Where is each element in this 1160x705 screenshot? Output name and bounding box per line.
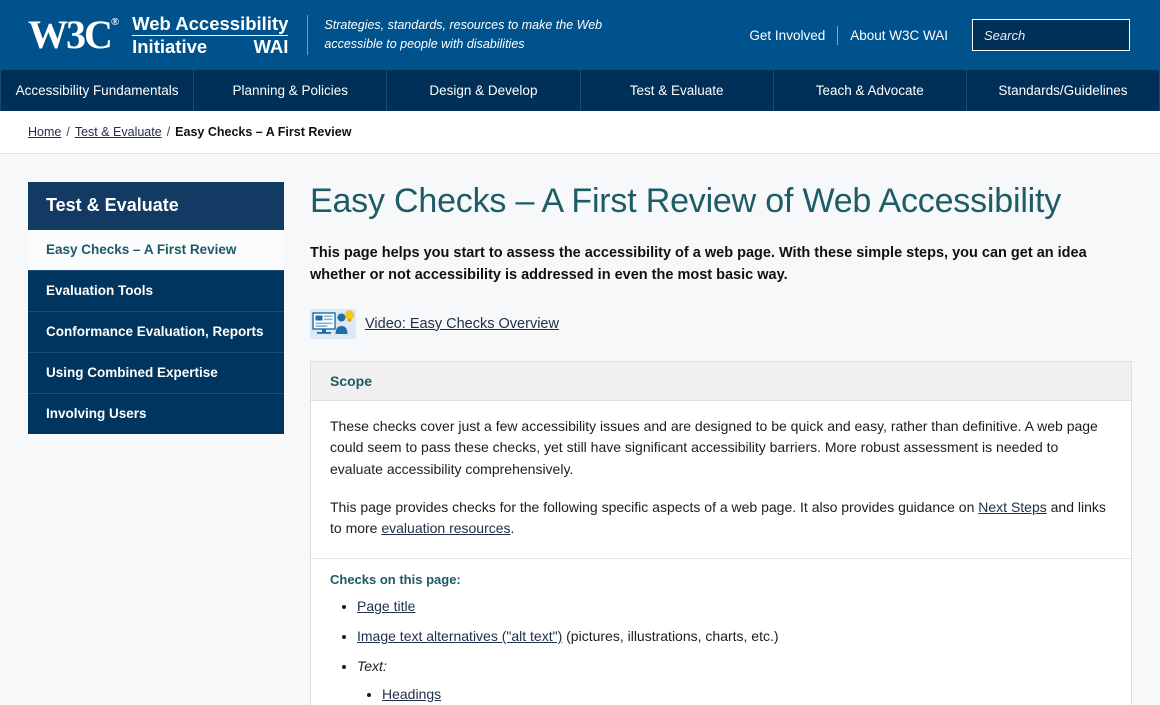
sidebar-item-involving-users[interactable]: Involving Users: [28, 393, 284, 434]
sidebar-item-evaluation-tools[interactable]: Evaluation Tools: [28, 270, 284, 311]
nav-item-design-develop[interactable]: Design & Develop: [387, 70, 580, 111]
breadcrumb-item-test-evaluate[interactable]: Test & Evaluate: [75, 125, 162, 139]
scope-p2-pre: This page provides checks for the follow…: [330, 499, 978, 515]
header-utility-area: Get Involved About W3C WAI: [737, 19, 1130, 51]
video-link-row: Video: Easy Checks Overview: [310, 309, 1132, 339]
nav-item-standards-guidelines[interactable]: Standards/Guidelines: [967, 70, 1160, 111]
scope-p2-post: .: [511, 520, 515, 536]
scope-paragraph-2: This page provides checks for the follow…: [330, 497, 1112, 540]
page-lead-paragraph: This page helps you start to assess the …: [310, 243, 1132, 287]
brand-line1: Web Accessibility: [132, 14, 288, 36]
check-link-page-title[interactable]: Page title: [357, 598, 415, 614]
list-item: Image text alternatives ("alt text") (pi…: [357, 626, 1112, 647]
sidebar-item-easy-checks[interactable]: Easy Checks – A First Review: [28, 230, 284, 270]
check-group-label-text: Text:: [357, 658, 387, 674]
sidebar-item-using-combined-expertise[interactable]: Using Combined Expertise: [28, 352, 284, 393]
breadcrumb-separator: /: [66, 125, 69, 139]
get-involved-link[interactable]: Get Involved: [737, 28, 837, 43]
sidebar-item-conformance-evaluation-reports[interactable]: Conformance Evaluation, Reports: [28, 311, 284, 352]
checks-list: Page title Image text alternatives ("alt…: [330, 596, 1112, 705]
breadcrumb-separator: /: [167, 125, 170, 139]
sidebar-item-label[interactable]: Conformance Evaluation, Reports: [28, 312, 284, 352]
next-steps-link[interactable]: Next Steps: [978, 499, 1046, 515]
nav-item-teach-advocate[interactable]: Teach & Advocate: [774, 70, 967, 111]
sidebar-item-label[interactable]: Evaluation Tools: [28, 271, 284, 311]
page-title: Easy Checks – A First Review of Web Acce…: [310, 182, 1132, 221]
scope-panel-heading: Scope: [311, 362, 1131, 401]
list-item: Text: Headings Contrast ratio ("color co…: [357, 656, 1112, 705]
sidebar: Test & Evaluate Easy Checks – A First Re…: [28, 182, 284, 675]
list-item: Page title: [357, 596, 1112, 617]
w3c-logo: W3C ®: [28, 15, 119, 55]
sidebar-item-label[interactable]: Easy Checks – A First Review: [28, 230, 284, 270]
list-item: Headings: [382, 684, 1112, 705]
registered-mark: ®: [111, 17, 119, 28]
header-divider: [307, 15, 308, 55]
checks-label: Checks on this page:: [330, 572, 1112, 587]
main-navigation: Accessibility Fundamentals Planning & Po…: [0, 70, 1160, 111]
breadcrumb: Home / Test & Evaluate / Easy Checks – A…: [0, 111, 1160, 154]
nav-item-test-evaluate[interactable]: Test & Evaluate: [581, 70, 774, 111]
tagline-line2: accessible to people with disabilities: [324, 37, 524, 51]
page-body: Test & Evaluate Easy Checks – A First Re…: [0, 154, 1160, 675]
site-tagline: Strategies, standards, resources to make…: [324, 16, 602, 54]
sidebar-title: Test & Evaluate: [28, 182, 284, 230]
w3c-logo-text: W3C: [28, 15, 111, 55]
brand-abbr: WAI: [253, 37, 288, 57]
evaluation-resources-link[interactable]: evaluation resources: [381, 520, 510, 536]
breadcrumb-item-current: Easy Checks – A First Review: [175, 125, 351, 139]
about-w3c-wai-link[interactable]: About W3C WAI: [838, 28, 960, 43]
scope-paragraph-1: These checks cover just a few accessibil…: [330, 416, 1112, 481]
breadcrumb-item-home[interactable]: Home: [28, 125, 61, 139]
brand-title: Web Accessibility Initiative WAI: [132, 14, 288, 57]
search-box[interactable]: [972, 19, 1130, 51]
site-header: W3C ® Web Accessibility Initiative WAI S…: [0, 0, 1160, 70]
sidebar-item-label[interactable]: Using Combined Expertise: [28, 353, 284, 393]
search-input[interactable]: [982, 27, 1160, 44]
sidebar-menu: Easy Checks – A First Review Evaluation …: [28, 230, 284, 434]
scope-panel: Scope These checks cover just a few acce…: [310, 361, 1132, 705]
video-overview-link[interactable]: Video: Easy Checks Overview: [365, 316, 559, 332]
check-link-headings[interactable]: Headings: [382, 686, 441, 702]
site-brand[interactable]: W3C ® Web Accessibility Initiative WAI: [28, 14, 288, 57]
main-content: Easy Checks – A First Review of Web Acce…: [310, 182, 1132, 675]
checks-sublist-text: Headings Contrast ratio ("color contrast…: [357, 684, 1112, 705]
tagline-line1: Strategies, standards, resources to make…: [324, 18, 602, 32]
video-overview-icon: [310, 309, 356, 339]
scope-panel-body: These checks cover just a few accessibil…: [311, 401, 1131, 558]
sidebar-item-label[interactable]: Involving Users: [28, 394, 284, 434]
brand-line2: Initiative: [132, 37, 207, 57]
check-link-image-text-alternatives[interactable]: Image text alternatives ("alt text"): [357, 628, 562, 644]
nav-item-accessibility-fundamentals[interactable]: Accessibility Fundamentals: [0, 70, 194, 111]
nav-item-planning-policies[interactable]: Planning & Policies: [194, 70, 387, 111]
check-suffix: (pictures, illustrations, charts, etc.): [562, 628, 778, 644]
brand-line2-row: Initiative WAI: [132, 36, 288, 57]
checks-on-this-page-section: Checks on this page: Page title Image te…: [311, 558, 1131, 705]
